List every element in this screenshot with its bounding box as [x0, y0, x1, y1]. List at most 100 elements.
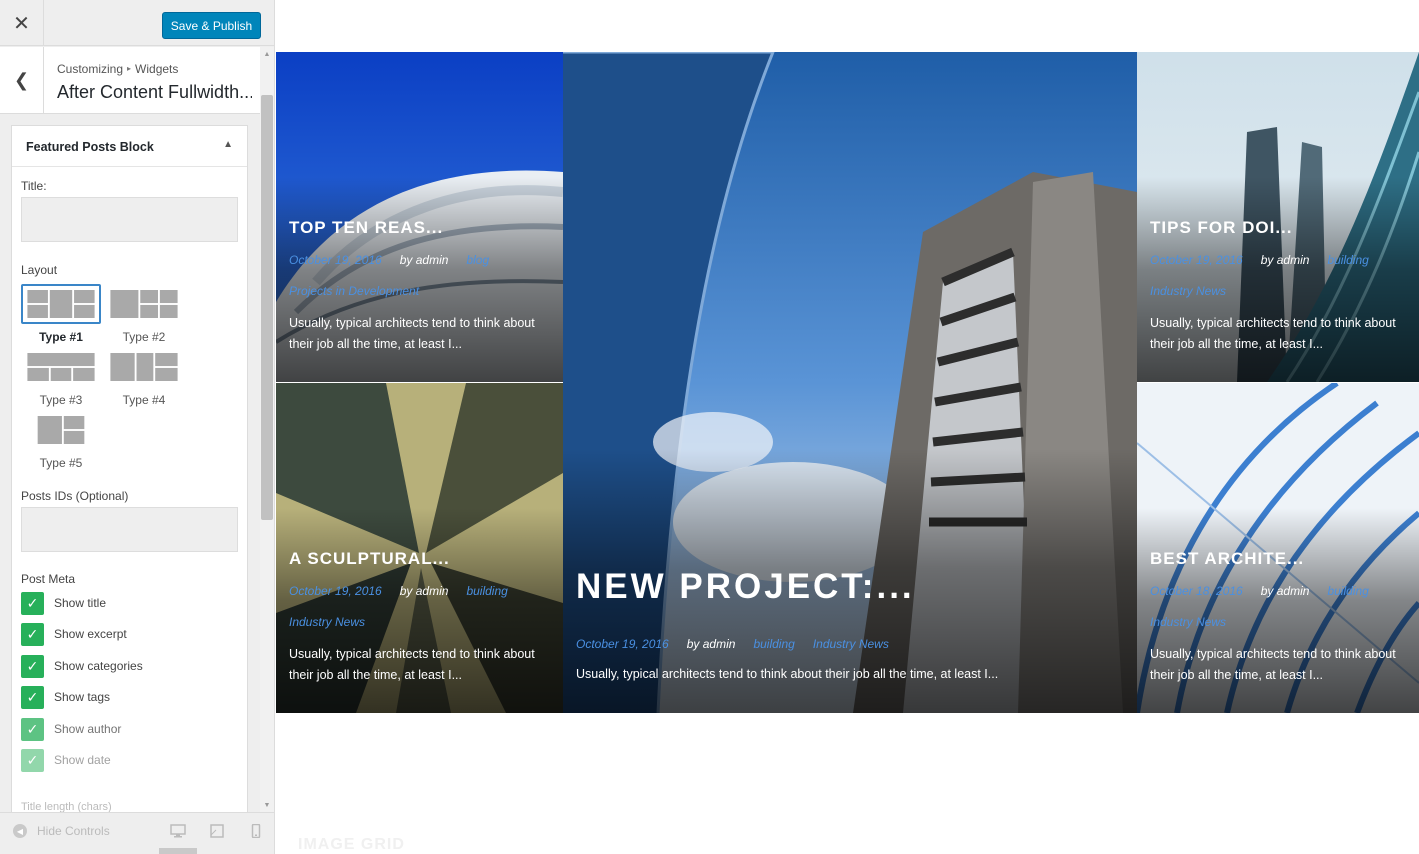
show-categories-checkbox[interactable]: ✓ Show categories: [21, 654, 143, 678]
post-tile-4[interactable]: TIPS FOR DOI... October 19, 2016 by admin…: [1137, 52, 1419, 382]
post-3-date[interactable]: October 19, 2016: [576, 637, 669, 651]
post-5-excerpt-line2: their job all the time, at least I...: [1150, 668, 1323, 682]
post-3-tag[interactable]: Industry News: [813, 637, 889, 651]
posts-ids-input[interactable]: [21, 507, 238, 552]
layout-option-type-5[interactable]: Type #5: [21, 410, 101, 470]
layout-option-type-4[interactable]: Type #4: [104, 347, 184, 407]
checkmark-icon: ✓: [21, 591, 44, 615]
post-3-meta: October 19, 2016 by admin building Industry…: [576, 637, 889, 651]
post-2-tag[interactable]: Industry News: [289, 615, 365, 629]
widget-header[interactable]: Featured Posts Block ▲: [12, 126, 247, 167]
close-icon: ✕: [13, 12, 30, 35]
post-5-date[interactable]: October 18, 2016: [1150, 584, 1243, 598]
layout-type-5-thumbnail: [21, 410, 101, 450]
layout-label: Layout: [21, 263, 58, 277]
post-3-category[interactable]: building: [753, 637, 794, 651]
breadcrumb-root: Customizing: [57, 62, 124, 76]
sidebar-footer: ◀ Hide Controls: [0, 812, 274, 854]
collapse-arrow-icon: ◀: [13, 824, 27, 838]
show-categories-label: Show categories: [54, 659, 143, 673]
post-4-author[interactable]: by admin: [1261, 253, 1310, 267]
show-title-checkbox[interactable]: ✓ Show title: [21, 591, 106, 615]
breadcrumb-separator-icon: ▸: [127, 64, 132, 73]
chevron-left-icon: ❮: [13, 70, 30, 90]
post-3-title[interactable]: NEW PROJECT:...: [576, 567, 915, 607]
post-2-date[interactable]: October 19, 2016: [289, 584, 382, 598]
scrollbar-thumb[interactable]: [261, 95, 273, 520]
hide-controls-label: Hide Controls: [37, 824, 110, 838]
layout-option-type-1[interactable]: Type #1: [21, 284, 101, 344]
site-preview: TOP TEN REAS... October 19, 2016 by admin…: [276, 0, 1419, 854]
post-1-excerpt-line2: their job all the time, at least I...: [289, 337, 462, 351]
post-1-author[interactable]: by admin: [400, 253, 449, 267]
post-1-excerpt-line1: Usually, typical architects tend to thin…: [289, 316, 535, 330]
post-2-excerpt: Usually, typical architects tend to thin…: [289, 644, 535, 686]
mobile-preview-icon[interactable]: [248, 824, 264, 838]
close-button[interactable]: ✕: [0, 0, 44, 46]
layout-type-3-label: Type #3: [39, 393, 83, 407]
tablet-preview-icon[interactable]: [209, 824, 225, 838]
layout-option-type-2[interactable]: Type #2: [104, 284, 184, 344]
post-1-tag[interactable]: Projects in Development: [289, 284, 419, 298]
post-1-title[interactable]: TOP TEN REAS...: [289, 218, 443, 238]
footer-scroll-indicator: [159, 848, 197, 854]
layout-type-5-label: Type #5: [39, 456, 83, 470]
customizer-app: ✕ Save & Publish ❮ Customizing ▸ Widgets A…: [0, 0, 1419, 854]
post-1-category[interactable]: blog: [466, 253, 489, 267]
post-5-excerpt: Usually, typical architects tend to thin…: [1150, 644, 1396, 686]
post-1-meta: October 19, 2016 by admin blog: [289, 253, 489, 267]
post-5-title[interactable]: BEST ARCHITE...: [1150, 549, 1304, 569]
post-tile-3[interactable]: NEW PROJECT:... October 19, 2016 by admin…: [563, 52, 1137, 713]
scroll-up-icon[interactable]: ▲: [260, 47, 274, 61]
layout-type-4-thumbnail: [104, 347, 184, 387]
post-2-meta: October 19, 2016 by admin building: [289, 584, 508, 598]
post-tile-1[interactable]: TOP TEN REAS... October 19, 2016 by admin…: [276, 52, 563, 382]
breadcrumb: Customizing ▸ Widgets: [57, 62, 178, 76]
post-tile-2[interactable]: A SCULPTURAL... October 19, 2016 by admin…: [276, 383, 563, 713]
save-publish-button[interactable]: Save & Publish: [162, 12, 261, 39]
checkmark-icon: ✓: [21, 717, 44, 741]
checkmark-icon: ✓: [21, 685, 44, 709]
back-button[interactable]: ❮: [0, 47, 44, 114]
title-input[interactable]: [21, 197, 238, 242]
post-3-excerpt-line1: Usually, typical architects tend to thin…: [576, 667, 999, 681]
scroll-down-icon[interactable]: ▼: [260, 798, 274, 812]
show-author-checkbox[interactable]: ✓ Show author: [21, 717, 121, 741]
post-2-author[interactable]: by admin: [400, 584, 449, 598]
post-5-meta: October 18, 2016 by admin building: [1150, 584, 1369, 598]
breadcrumb-current: Widgets: [135, 62, 179, 76]
checkmark-icon: ✓: [21, 748, 44, 772]
post-1-excerpt: Usually, typical architects tend to thin…: [289, 313, 535, 355]
post-4-title[interactable]: TIPS FOR DOI...: [1150, 218, 1293, 238]
post-3-excerpt: Usually, typical architects tend to thin…: [576, 664, 998, 685]
post-5-tag[interactable]: Industry News: [1150, 615, 1226, 629]
post-4-excerpt-line1: Usually, typical architects tend to thin…: [1150, 316, 1396, 330]
show-tags-checkbox[interactable]: ✓ Show tags: [21, 685, 110, 709]
desktop-preview-icon[interactable]: [170, 824, 186, 838]
layout-type-2-thumbnail: [104, 284, 184, 324]
widget-title: Featured Posts Block: [26, 140, 154, 154]
post-5-author[interactable]: by admin: [1261, 584, 1310, 598]
post-2-category[interactable]: building: [466, 584, 507, 598]
post-4-tag[interactable]: Industry News: [1150, 284, 1226, 298]
sidebar-scrollbar[interactable]: ▲ ▼: [260, 47, 274, 812]
post-4-category[interactable]: building: [1327, 253, 1368, 267]
layout-type-1-thumbnail: [21, 284, 101, 324]
featured-posts-widget: Featured Posts Block ▲ Title: Layout Typ…: [11, 125, 248, 825]
show-excerpt-checkbox[interactable]: ✓ Show excerpt: [21, 622, 127, 646]
post-4-excerpt-line2: their job all the time, at least I...: [1150, 337, 1323, 351]
hide-controls-button[interactable]: ◀ Hide Controls: [13, 824, 110, 838]
layout-type-1-label: Type #1: [39, 330, 83, 344]
post-2-title[interactable]: A SCULPTURAL...: [289, 549, 450, 569]
posts-ids-label: Posts IDs (Optional): [21, 489, 129, 503]
post-1-date[interactable]: October 19, 2016: [289, 253, 382, 267]
collapse-caret-icon[interactable]: ▲: [223, 139, 233, 150]
checkmark-icon: ✓: [21, 622, 44, 646]
post-4-date[interactable]: October 19, 2016: [1150, 253, 1243, 267]
post-tile-5[interactable]: BEST ARCHITE... October 18, 2016 by admin…: [1137, 383, 1419, 713]
image-grid-heading: IMAGE GRID: [298, 836, 405, 853]
post-3-author[interactable]: by admin: [687, 637, 736, 651]
post-5-category[interactable]: building: [1327, 584, 1368, 598]
layout-option-type-3[interactable]: Type #3: [21, 347, 101, 407]
show-date-checkbox[interactable]: ✓ Show date: [21, 748, 111, 772]
